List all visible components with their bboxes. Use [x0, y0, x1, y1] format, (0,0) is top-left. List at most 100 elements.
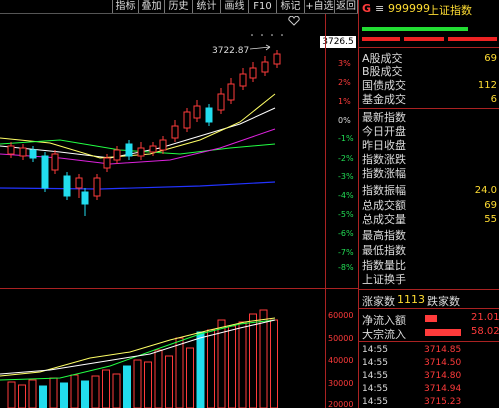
stat-row: 昨日收盘 — [362, 139, 406, 152]
tick-row: 14:55 3714.80 — [362, 371, 462, 381]
candle — [273, 53, 281, 65]
pct-tick: 2% — [338, 78, 351, 87]
mark-button[interactable]: 标记 — [276, 0, 304, 13]
candle — [51, 153, 59, 171]
stat-row: 指数振幅 24.0 — [362, 184, 497, 197]
history-button[interactable]: 历史 — [164, 0, 192, 13]
volume-bar — [165, 355, 173, 408]
separator — [359, 108, 499, 109]
candle — [183, 111, 191, 129]
red-bar — [404, 37, 444, 41]
volume-bar — [123, 365, 131, 408]
volume-bar — [196, 331, 205, 408]
advance-decline: 涨家数 1113 跌家数 — [362, 293, 460, 308]
volume-chart[interactable] — [0, 290, 358, 408]
pct-tick: 3% — [338, 59, 351, 68]
volume-bar — [144, 361, 152, 408]
volume-tick: 50000 — [328, 334, 354, 343]
pct-tick: 0% — [338, 116, 351, 125]
tick-row: 14:55 3714.94 — [362, 384, 462, 394]
pct-tick: -7% — [338, 248, 354, 257]
volume-bar — [49, 377, 58, 408]
tick-row: 14:55 3714.85 — [362, 345, 462, 355]
candles — [7, 50, 281, 216]
candle — [103, 157, 111, 169]
quote-panel: G ≡ 999999 上证指数 A股成交 69 B股成交 国债成交 112 基金成交… — [359, 0, 499, 408]
candle — [7, 145, 15, 155]
stat-row: 国债成交 112 — [362, 79, 497, 92]
volume-tick: 60000 — [328, 311, 354, 320]
volume-bar — [259, 309, 268, 408]
candle — [261, 61, 269, 73]
volume-bar — [238, 321, 247, 408]
overlay-button[interactable]: 叠加 — [138, 0, 164, 13]
g-icon[interactable]: G — [362, 2, 371, 15]
peak-value-label: 3722.87 — [212, 46, 250, 56]
candle — [171, 125, 179, 139]
red-bar — [448, 37, 497, 41]
stat-row: B股成交 — [362, 65, 403, 78]
volume-bar — [102, 369, 110, 408]
volume-bar — [270, 319, 278, 408]
candle — [149, 145, 157, 153]
stat-row: 今日开盘 — [362, 125, 406, 138]
candle — [193, 105, 201, 119]
draw-line-button[interactable]: 画线 — [220, 0, 248, 13]
volume-tick: 30000 — [328, 379, 354, 388]
volume-bar — [154, 349, 163, 408]
back-button[interactable]: 返回 — [334, 0, 358, 13]
stat-row: 总成交量 55 — [362, 213, 497, 226]
green-bar — [362, 27, 468, 31]
stat-row: 基金成交 6 — [362, 93, 497, 106]
heart-icon[interactable] — [288, 16, 300, 26]
stat-row: 最低指数 — [362, 244, 406, 257]
tick-row: 14:55 3714.50 — [362, 358, 462, 368]
red-bar — [362, 37, 400, 41]
statistics-button[interactable]: 统计 — [192, 0, 220, 13]
stat-row: 最高指数 — [362, 229, 406, 242]
stat-row: 最新指数 — [362, 111, 406, 124]
add-watchlist-button[interactable]: +自选 — [304, 0, 334, 13]
f10-button[interactable]: F10 — [248, 0, 276, 13]
menu-icon[interactable]: ≡ — [375, 2, 384, 15]
separator — [359, 289, 499, 290]
candle — [205, 107, 213, 123]
pct-tick: -2% — [338, 154, 354, 163]
volume-bar — [60, 382, 68, 408]
volume-divider — [0, 288, 358, 289]
candle — [159, 139, 167, 151]
pct-tick: 1% — [338, 97, 351, 106]
block-inflow-row: 大宗流入 58.02 — [362, 326, 499, 341]
pct-tick: -8% — [338, 263, 354, 272]
volume-bar — [91, 375, 100, 408]
stock-code: 999999 — [388, 2, 430, 15]
tick-row: 14:55 3715.23 — [362, 397, 462, 407]
candle — [227, 83, 235, 101]
candle — [75, 177, 83, 189]
volume-bar — [28, 379, 37, 408]
stat-row: 指数涨跌 — [362, 153, 406, 166]
indicator-button[interactable]: 指标 — [112, 0, 138, 13]
volume-bar — [133, 359, 142, 408]
candle — [113, 149, 121, 161]
stock-name: 上证指数 — [428, 4, 472, 17]
volume-bar — [175, 337, 184, 408]
stat-row: 总成交额 69 — [362, 199, 497, 212]
volume-bar — [228, 325, 236, 408]
candle — [63, 175, 71, 197]
pct-tick: -3% — [338, 172, 354, 181]
chart-toolbar: 指标 叠加 历史 统计 画线 F10 标记 +自选 返回 — [0, 0, 358, 14]
separator — [359, 308, 499, 309]
candle — [19, 147, 27, 157]
candle — [137, 147, 145, 157]
volume-bar — [186, 347, 194, 408]
candlestick-chart[interactable] — [0, 28, 358, 284]
volume-tick: 40000 — [328, 356, 354, 365]
volume-bar — [39, 385, 47, 408]
separator — [359, 47, 499, 48]
volume-bar — [7, 381, 16, 408]
volume-bar — [249, 313, 257, 408]
volume-bar — [18, 384, 26, 408]
candle — [125, 143, 133, 157]
quote-header: G ≡ 999999 上证指数 — [359, 0, 499, 17]
